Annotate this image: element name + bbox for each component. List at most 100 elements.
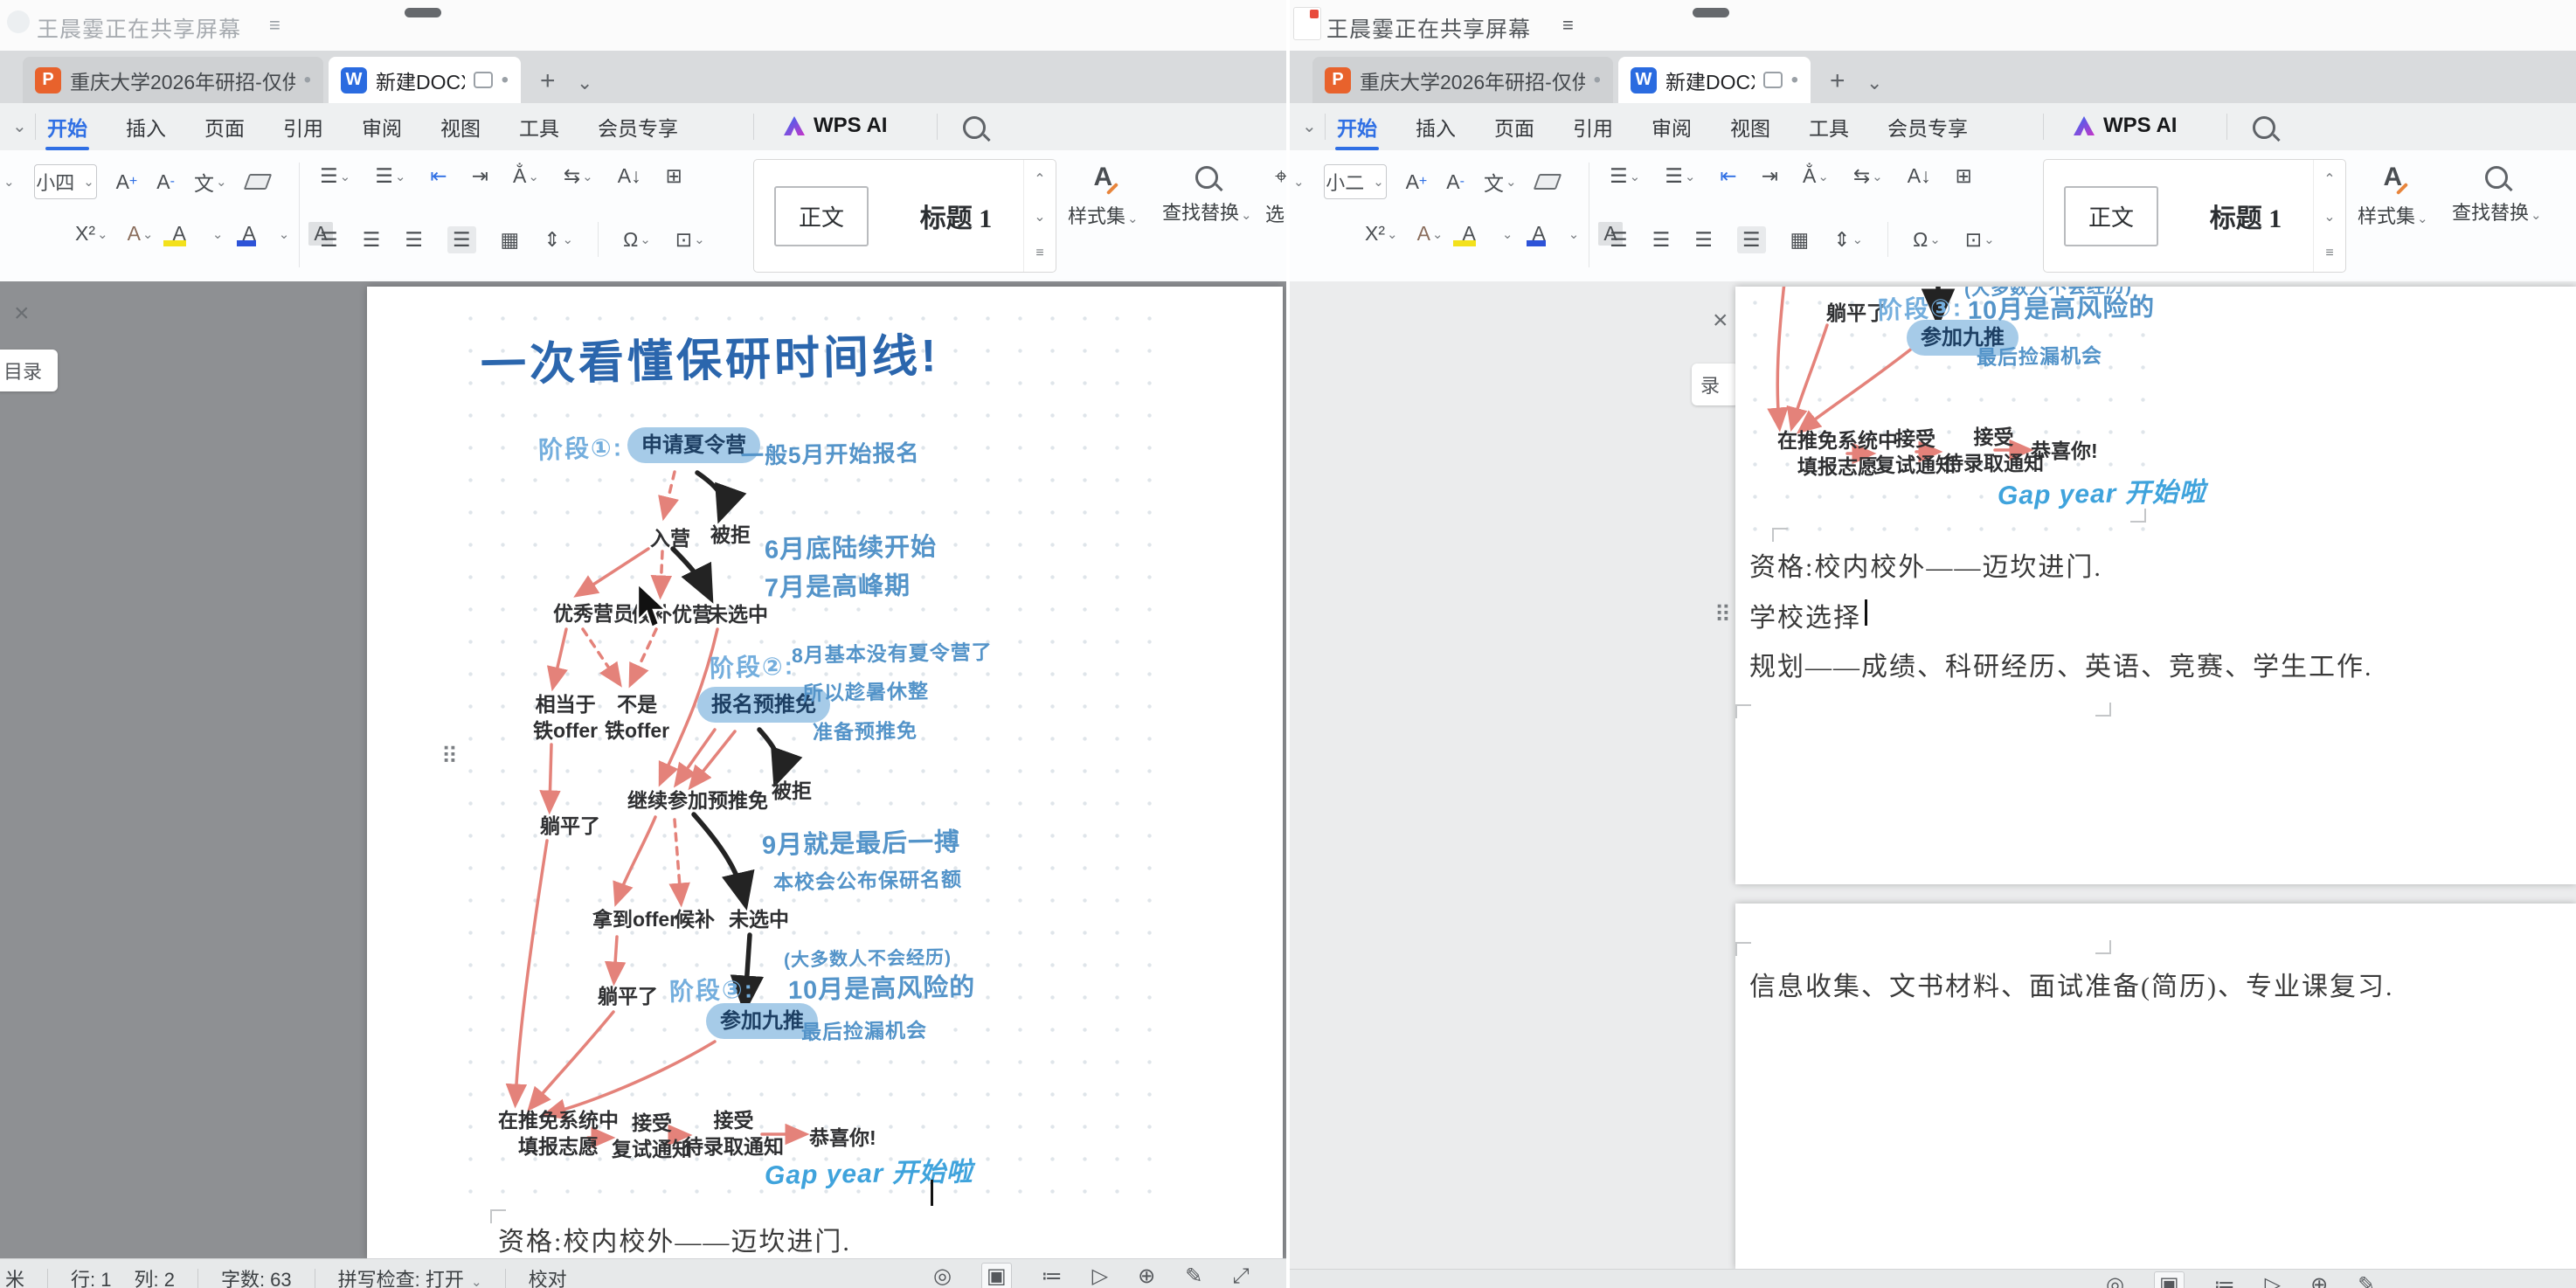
- focus-mode-icon[interactable]: ◎: [933, 1264, 952, 1288]
- outline-view-icon[interactable]: ≔: [1042, 1264, 1063, 1288]
- bullet-list-button[interactable]: ☰⌄: [320, 164, 350, 188]
- tab-presentation[interactable]: P 重庆大学2026年研招-仅供研招宣 •: [23, 57, 323, 103]
- edit-pen-icon[interactable]: ✎: [2358, 1272, 2375, 1288]
- web-view-icon[interactable]: ⊕: [1138, 1264, 1155, 1288]
- gallery-down-icon[interactable]: ⌄: [1034, 208, 1045, 225]
- increase-font-button[interactable]: A+: [116, 170, 138, 194]
- char-scaling-button[interactable]: A̐⌄: [513, 164, 539, 188]
- comment-bubble-icon[interactable]: [474, 72, 493, 88]
- distribute-button[interactable]: ▦: [501, 228, 520, 252]
- find-replace-button[interactable]: 查找替换⌄: [2452, 163, 2542, 225]
- ribbon-tab-review[interactable]: 审阅: [360, 103, 404, 150]
- clear-format-eraser-icon[interactable]: [243, 174, 272, 190]
- line-spacing-button[interactable]: ⇕⌄: [544, 228, 573, 252]
- style-set-button[interactable]: A 样式集⌄: [2358, 163, 2428, 229]
- font-color-button[interactable]: A⌄: [242, 222, 289, 246]
- font-name-remnant-icon[interactable]: ⌄: [3, 174, 15, 190]
- comment-bubble-icon[interactable]: [1763, 72, 1783, 88]
- tab-list-button[interactable]: ⌄: [577, 72, 592, 94]
- font-size-select[interactable]: 小二 ⌄: [1324, 164, 1387, 199]
- close-panel-icon[interactable]: ×: [14, 299, 30, 329]
- superscript-button[interactable]: X²⌄: [75, 222, 108, 246]
- increase-font-button[interactable]: A+: [1406, 170, 1428, 194]
- play-view-icon[interactable]: ▷: [1092, 1264, 1108, 1288]
- image-drag-handle-icon[interactable]: ⠿: [441, 743, 456, 770]
- find-replace-button[interactable]: 查找替换⌄: [1162, 163, 1252, 225]
- align-left-button[interactable]: ☰: [1610, 228, 1628, 252]
- outline-view-icon[interactable]: ≔: [2214, 1272, 2235, 1288]
- gallery-more-icon[interactable]: ≡: [1035, 246, 1043, 261]
- border-button[interactable]: ⊡⌄: [1965, 228, 1995, 252]
- highlight-color-button[interactable]: A⌄: [173, 222, 224, 246]
- ribbon-tab-reference[interactable]: 引用: [1571, 103, 1615, 150]
- align-center-button[interactable]: ☰: [363, 228, 381, 252]
- clear-format-eraser-icon[interactable]: [1533, 174, 1562, 190]
- share-menu-icon[interactable]: ≡: [1562, 14, 1574, 37]
- increase-indent-button[interactable]: ⇥: [1762, 164, 1778, 188]
- toc-side-tab[interactable]: 录: [1692, 364, 1739, 405]
- font-name-remnant-icon[interactable]: ⌄: [1293, 174, 1305, 190]
- distribute-button[interactable]: ▦: [1790, 228, 1810, 252]
- paragraph-drag-handle-icon[interactable]: ⠿: [1714, 601, 1729, 628]
- document-page[interactable]: 一次看懂保研时间线! 阶段①: 申请夏令营 一般5月开始报名 入营 被拒 6月底…: [367, 287, 1283, 1258]
- document-page-1[interactable]: 躺平了 阶段③: 参加九推 (大多数人不会经历) 10月是高风险的 最后捡漏机会…: [1735, 287, 2576, 884]
- style-heading1[interactable]: 标题 1: [889, 160, 1023, 272]
- new-tab-button[interactable]: +: [1830, 66, 1845, 96]
- close-panel-icon[interactable]: ×: [1713, 306, 1728, 336]
- ribbon-tab-tools[interactable]: 工具: [1807, 103, 1851, 150]
- gallery-more-icon[interactable]: ≡: [2325, 246, 2333, 261]
- style-heading1[interactable]: 标题 1: [2178, 160, 2313, 272]
- font-size-select[interactable]: 小四 ⌄: [34, 164, 97, 199]
- align-right-button[interactable]: ☰: [1694, 228, 1713, 252]
- window-drag-pill[interactable]: [405, 8, 441, 17]
- increase-indent-button[interactable]: ⇥: [472, 164, 488, 188]
- decrease-font-button[interactable]: A-: [156, 170, 175, 194]
- ribbon-tab-member[interactable]: 会员专享: [1886, 103, 1970, 150]
- align-right-button[interactable]: ☰: [405, 228, 423, 252]
- superscript-button[interactable]: X²⌄: [1365, 222, 1398, 246]
- highlight-color-button[interactable]: A⌄: [1463, 222, 1513, 246]
- ribbon-tab-member[interactable]: 会员专享: [596, 103, 680, 150]
- paragraph-marks-button[interactable]: ⊞: [666, 164, 682, 188]
- line-spacing-button[interactable]: ⇕⌄: [1833, 228, 1863, 252]
- new-tab-button[interactable]: +: [540, 66, 556, 96]
- font-color-button[interactable]: A⌄: [1532, 222, 1579, 246]
- phonetic-guide-button[interactable]: 文⌄: [1484, 167, 1517, 197]
- style-body[interactable]: 正文: [2064, 186, 2158, 246]
- gallery-up-icon[interactable]: ⌃: [1034, 170, 1045, 188]
- play-view-icon[interactable]: ▷: [2265, 1272, 2281, 1288]
- sort-button[interactable]: A↓: [618, 164, 641, 188]
- char-scaling-button[interactable]: A̐⌄: [1803, 164, 1829, 188]
- bullet-list-button[interactable]: ☰⌄: [1610, 164, 1640, 188]
- ribbon-tab-view[interactable]: 视图: [439, 103, 482, 150]
- decrease-font-button[interactable]: A-: [1446, 170, 1465, 194]
- ribbon-tab-page[interactable]: 页面: [203, 103, 246, 150]
- symbol-button[interactable]: Ω⌄: [1913, 228, 1941, 252]
- ribbon-collapse-icon[interactable]: ⌄: [12, 115, 27, 137]
- edit-pen-icon[interactable]: ✎: [1185, 1264, 1202, 1288]
- status-proofread-button[interactable]: 校对: [529, 1264, 567, 1288]
- ribbon-tab-view[interactable]: 视图: [1728, 103, 1772, 150]
- tab-document[interactable]: W 新建DOCX 文档.docx •: [329, 57, 521, 103]
- text-direction-button[interactable]: ⇆⌄: [1853, 164, 1883, 188]
- wps-ai-button[interactable]: WPS AI: [2072, 114, 2177, 138]
- search-icon[interactable]: [963, 116, 986, 139]
- ribbon-tab-tools[interactable]: 工具: [517, 103, 561, 150]
- justify-button[interactable]: ☰: [1737, 226, 1766, 253]
- align-left-button[interactable]: ☰: [320, 228, 338, 252]
- window-drag-pill[interactable]: [1693, 8, 1729, 17]
- decrease-indent-button[interactable]: ⇤: [1720, 164, 1736, 188]
- text-effect-button[interactable]: A⌄: [128, 222, 154, 246]
- justify-button[interactable]: ☰: [447, 226, 476, 253]
- fullscreen-icon[interactable]: ⤢: [1232, 1264, 1249, 1288]
- sort-button[interactable]: A↓: [1908, 164, 1931, 188]
- document-page-2[interactable]: 信息收集、文书材料、面试准备(简历)、专业课复习.: [1735, 904, 2576, 1269]
- style-body[interactable]: 正文: [774, 186, 869, 246]
- web-view-icon[interactable]: ⊕: [2310, 1272, 2328, 1288]
- share-menu-icon[interactable]: ≡: [269, 14, 280, 37]
- border-button[interactable]: ⊡⌄: [675, 228, 705, 252]
- text-direction-button[interactable]: ⇆⌄: [564, 164, 593, 188]
- tab-presentation[interactable]: P 重庆大学2026年研招-仅供研招宣 •: [1312, 57, 1613, 103]
- text-effect-button[interactable]: A⌄: [1417, 222, 1444, 246]
- page-view-icon[interactable]: ▣: [2154, 1271, 2185, 1288]
